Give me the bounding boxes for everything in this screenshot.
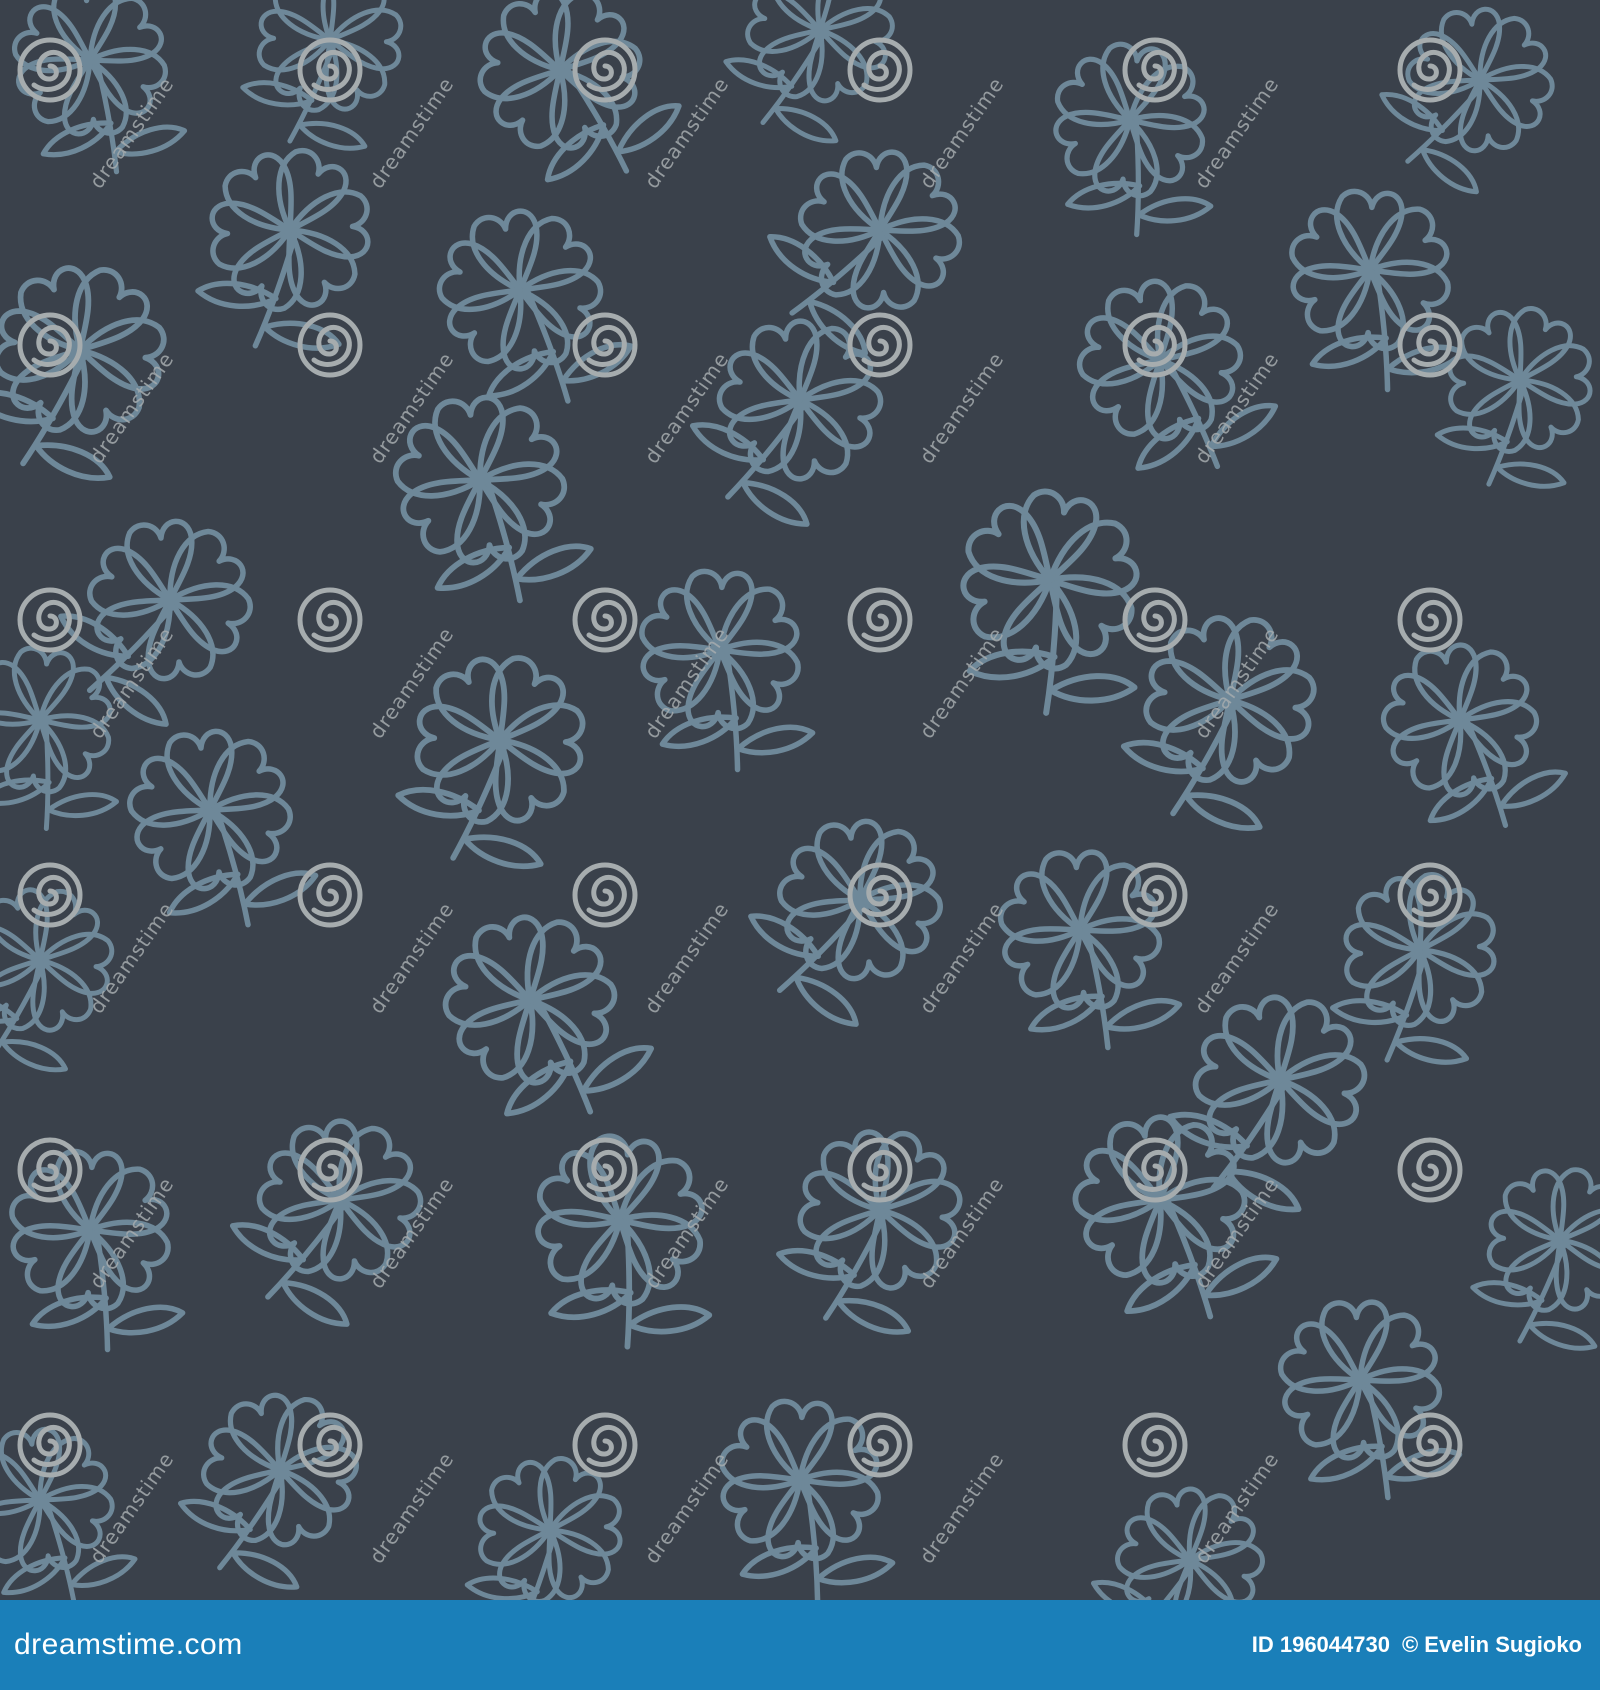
dreamstime-logo[interactable]: dreamstime.com: [14, 1628, 243, 1662]
image-credit: ID 196044730 © Evelin Sugioko: [1252, 1632, 1582, 1658]
floral-pattern: dreamstime dreamstime dreamstime dreamstime…: [0, 0, 1600, 1600]
author-credit: © Evelin Sugioko: [1401, 1632, 1582, 1657]
stock-image: dreamstime dreamstime dreamstime dreamstime…: [0, 0, 1600, 1690]
image-id: ID 196044730: [1251, 1632, 1390, 1657]
stock-footer-bar: dreamstime.com ID 196044730 © Evelin Sug…: [0, 1600, 1600, 1690]
